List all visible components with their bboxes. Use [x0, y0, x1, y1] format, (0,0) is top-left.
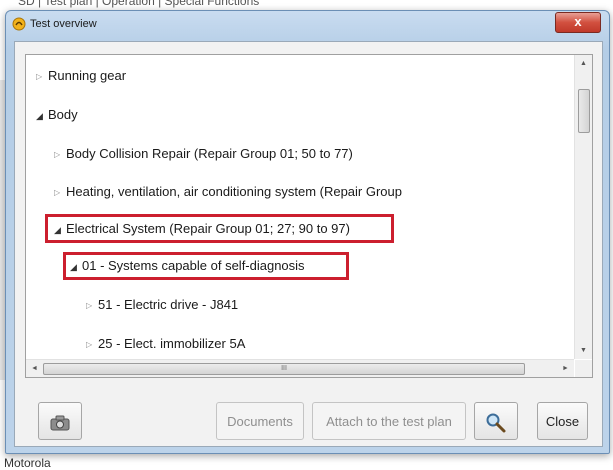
- camera-button[interactable]: [38, 402, 82, 440]
- tree-item-body[interactable]: ◢ Body: [36, 104, 78, 126]
- tree-item-self-diagnosis[interactable]: ◢ 01 - Systems capable of self-diagnosis: [70, 255, 305, 277]
- test-overview-dialog: Test overview x ▷ Running gear ◢ Body ▷ Bod…: [5, 10, 610, 454]
- tree-item-label: 51 - Electric drive - J841: [98, 297, 239, 312]
- close-icon: x: [574, 14, 582, 29]
- search-button[interactable]: [474, 402, 518, 440]
- tree-item-electric-drive[interactable]: ▷ 51 - Electric drive - J841: [86, 294, 238, 316]
- camera-icon: [50, 415, 70, 431]
- expand-arrow-icon[interactable]: ▷: [54, 182, 66, 204]
- background-bottom-text: Motorola: [4, 456, 51, 470]
- tree-item-label: 25 - Elect. immobilizer 5A: [98, 336, 246, 351]
- tree-item-label: 01 - Systems capable of self-diagnosis: [82, 258, 305, 273]
- tree-item-immobilizer[interactable]: ▷ 25 - Elect. immobilizer 5A: [86, 333, 245, 355]
- tree-item-body-collision-repair[interactable]: ▷ Body Collision Repair (Repair Group 01;…: [54, 143, 353, 165]
- expand-arrow-icon[interactable]: ▷: [86, 334, 98, 356]
- horizontal-scroll-thumb[interactable]: III: [43, 363, 525, 375]
- attach-to-test-plan-button[interactable]: Attach to the test plan: [312, 402, 466, 440]
- vertical-scroll-thumb[interactable]: [578, 89, 590, 133]
- expand-arrow-icon[interactable]: ▷: [54, 144, 66, 166]
- collapse-arrow-icon[interactable]: ◢: [54, 219, 66, 241]
- collapse-arrow-icon[interactable]: ◢: [36, 105, 48, 127]
- tree-item-label: Body Collision Repair (Repair Group 01; …: [66, 146, 353, 161]
- tree-item-hvac[interactable]: ▷ Heating, ventilation, air conditioning …: [54, 181, 402, 203]
- scroll-down-icon[interactable]: ▼: [575, 342, 592, 359]
- test-tree[interactable]: ▷ Running gear ◢ Body ▷ Body Collision Repa…: [25, 54, 593, 378]
- tree-item-label: Running gear: [48, 68, 127, 83]
- tree-item-label: Heating, ventilation, air conditioning s…: [66, 184, 403, 199]
- background-title-text: SD | Test plan | Operation | Special Fun…: [18, 0, 260, 8]
- horizontal-scrollbar[interactable]: ◄ III ►: [26, 359, 574, 377]
- tree-item-label: Body: [48, 107, 78, 122]
- dialog-body: ▷ Running gear ◢ Body ▷ Body Collision Repa…: [14, 41, 603, 447]
- tree-item-running-gear[interactable]: ▷ Running gear: [36, 65, 126, 87]
- vertical-scrollbar[interactable]: ▲ ▼: [574, 55, 592, 359]
- tree-item-electrical-system[interactable]: ◢ Electrical System (Repair Group 01; 27;…: [54, 218, 350, 240]
- expand-arrow-icon[interactable]: ▷: [36, 66, 48, 88]
- documents-button[interactable]: Documents: [216, 402, 304, 440]
- close-button[interactable]: Close: [537, 402, 588, 440]
- title-bar[interactable]: Test overview x: [6, 11, 609, 37]
- collapse-arrow-icon[interactable]: ◢: [70, 256, 82, 278]
- scroll-up-icon[interactable]: ▲: [575, 55, 592, 72]
- scroll-left-icon[interactable]: ◄: [26, 360, 43, 377]
- app-icon: [12, 17, 26, 31]
- window-close-button[interactable]: x: [555, 12, 601, 33]
- window-title: Test overview: [30, 18, 97, 30]
- expand-arrow-icon[interactable]: ▷: [86, 295, 98, 317]
- scroll-right-icon[interactable]: ►: [557, 360, 574, 377]
- tree-item-label: Electrical System (Repair Group 01; 27; …: [66, 221, 350, 236]
- scrollbar-corner: [575, 360, 592, 377]
- magnifier-icon: [486, 413, 506, 433]
